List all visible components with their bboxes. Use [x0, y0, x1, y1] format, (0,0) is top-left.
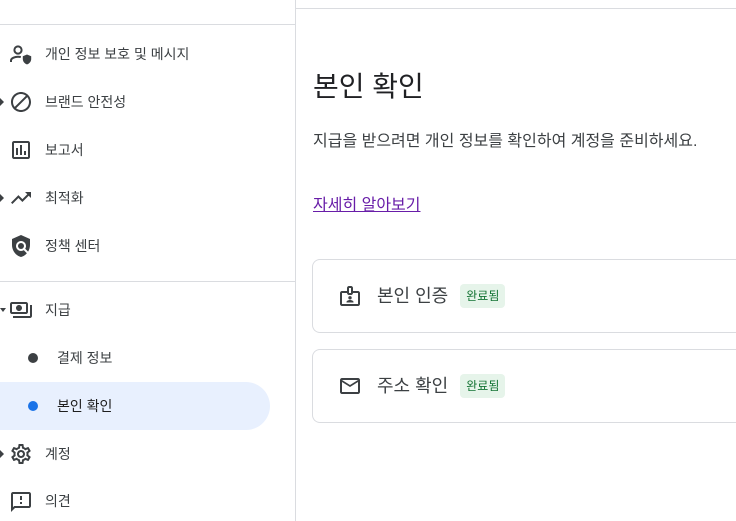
sidebar-item-label: 정책 센터: [45, 238, 101, 254]
address-verification-card[interactable]: 주소 확인 완료됨: [312, 349, 736, 423]
bullet-dot-icon: [28, 401, 38, 411]
feedback-icon: [9, 490, 33, 514]
sidebar-item-account[interactable]: 계정: [0, 430, 295, 478]
sidebar-item-policy-center[interactable]: 정책 센터: [0, 222, 295, 270]
sidebar-subitem-billing-info[interactable]: 결제 정보: [0, 334, 295, 382]
badge-icon: [338, 284, 362, 308]
bullet-dot-icon: [28, 353, 38, 363]
sidebar-item-label: 개인 정보 보호 및 메시지: [45, 46, 190, 62]
main-content: 본인 확인 지급을 받으려면 개인 정보를 확인하여 계정을 준비하세요. 자세…: [296, 0, 736, 521]
mail-icon: [338, 374, 362, 398]
sidebar-item-privacy-messages[interactable]: 개인 정보 보호 및 메시지: [0, 30, 295, 78]
policy-icon: [9, 234, 33, 258]
sidebar-item-label: 계정: [45, 446, 71, 462]
settings-icon: [9, 442, 33, 466]
sidebar-item-payments[interactable]: 지급: [0, 286, 295, 334]
sidebar-item-feedback[interactable]: 의견: [0, 478, 295, 521]
sidebar-item-label: 최적화: [45, 190, 84, 206]
sidebar-subitem-identity-verification[interactable]: 본인 확인: [0, 382, 270, 430]
trending-up-icon: [9, 186, 33, 210]
page-title: 본인 확인: [313, 71, 424, 102]
sidebar-item-label: 보고서: [45, 142, 84, 158]
sidebar-item-label: 브랜드 안전성: [45, 94, 127, 110]
sidebar-top-divider: [0, 24, 295, 25]
learn-more-link[interactable]: 자세히 알아보기: [313, 194, 421, 218]
sidebar-item-label: 의견: [45, 493, 71, 509]
sidebar-section-divider: [0, 281, 295, 282]
page-description: 지급을 받으려면 개인 정보를 확인하여 계정을 준비하세요.: [313, 133, 698, 150]
expand-arrow-icon[interactable]: [0, 98, 4, 106]
bar-chart-icon: [9, 138, 33, 162]
privacy-icon: [9, 42, 33, 66]
header-divider: [296, 8, 736, 9]
sidebar-subitem-label: 결제 정보: [57, 350, 113, 366]
expand-arrow-icon[interactable]: [0, 450, 4, 458]
block-icon: [9, 90, 33, 114]
card-label: 주소 확인: [377, 376, 449, 396]
expand-arrow-icon[interactable]: [0, 194, 4, 202]
sidebar-subitem-label: 본인 확인: [57, 398, 113, 414]
identity-verification-card[interactable]: 본인 인증 완료됨: [312, 259, 736, 333]
sidebar: 개인 정보 보호 및 메시지 브랜드 안전성 보고서 최적화 정책 센터 지급 …: [0, 0, 296, 521]
status-badge: 완료됨: [460, 374, 506, 398]
sidebar-item-label: 지급: [45, 302, 71, 318]
status-badge: 완료됨: [460, 284, 506, 308]
collapse-arrow-icon[interactable]: [0, 308, 6, 312]
sidebar-item-optimization[interactable]: 최적화: [0, 174, 295, 222]
sidebar-item-brand-safety[interactable]: 브랜드 안전성: [0, 78, 295, 126]
payments-icon: [9, 298, 33, 322]
sidebar-item-reports[interactable]: 보고서: [0, 126, 295, 174]
card-label: 본인 인증: [377, 286, 449, 306]
